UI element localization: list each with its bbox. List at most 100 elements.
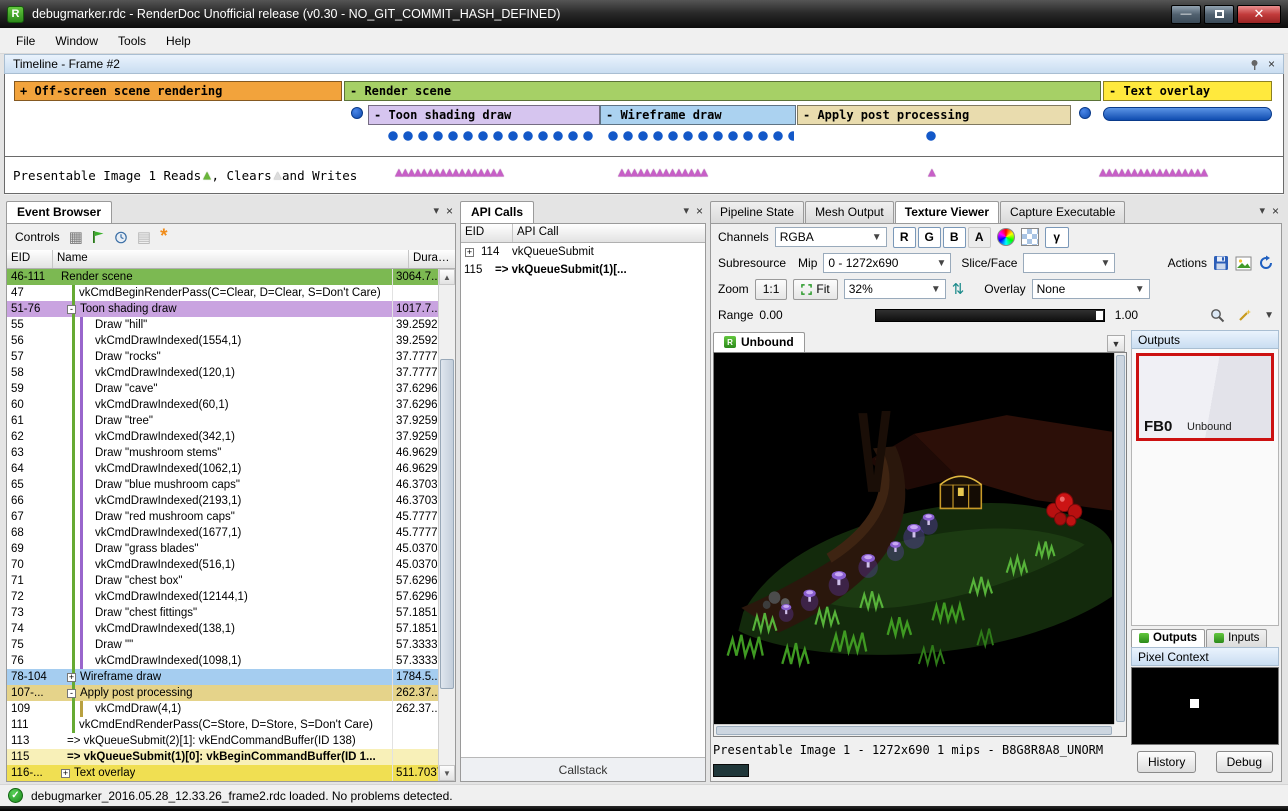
zoom-range-icon[interactable] (1210, 308, 1225, 323)
checkerboard-icon[interactable] (1021, 228, 1039, 246)
text-overlay-draw-pill[interactable] (1103, 107, 1272, 121)
event-row[interactable]: 113 => vkQueueSubmit(2)[1]: vkEndCommand… (7, 733, 438, 749)
history-button[interactable]: History (1137, 751, 1196, 773)
write-markers-run4[interactable]: ▲▲▲▲▲▲▲▲▲▲▲▲▲▲▲▲▲ (1099, 166, 1207, 179)
postproc-draw-dot[interactable] (926, 130, 941, 142)
event-row[interactable]: 107-... - Apply post processing 262.37..… (7, 685, 438, 701)
texture-list-dropdown[interactable]: ▼ (1107, 335, 1125, 352)
texture-image[interactable] (714, 353, 1114, 724)
api-call-row[interactable]: + 114 vkQueueSubmit (461, 243, 705, 261)
fit-button[interactable]: Fit (793, 279, 837, 300)
expander[interactable]: - (67, 305, 76, 314)
dock-tab[interactable]: Pipeline State (710, 201, 804, 223)
timeline-close-icon[interactable]: × (1268, 58, 1275, 70)
column-duration[interactable]: Duration (409, 250, 455, 268)
event-row[interactable]: 73 Draw "chest fittings" 57.18518 (7, 605, 438, 621)
texture-horizontal-scrollbar[interactable] (714, 724, 1114, 736)
save-icon[interactable] (1213, 255, 1229, 271)
write-markers-run2[interactable]: ▲▲▲▲▲▲▲▲▲▲▲▲▲▲ (618, 166, 707, 179)
scroll-down-icon[interactable]: ▼ (439, 765, 455, 781)
tab-event-browser[interactable]: Event Browser (6, 201, 112, 223)
durations-icon[interactable]: ▤ (137, 230, 151, 245)
autofit-wand-icon[interactable] (1237, 308, 1252, 323)
event-row[interactable]: 111 vkCmdEndRenderPass(C=Store, D=Store,… (7, 717, 438, 733)
panel-close-icon[interactable]: × (1272, 205, 1279, 217)
event-row[interactable]: 55 Draw "hill" 39.25926 (7, 317, 438, 333)
timeline-bar-offscreen[interactable]: + Off-screen scene rendering (14, 81, 342, 101)
event-row[interactable]: 67 Draw "red mushroom caps" 45.77778 (7, 509, 438, 525)
zoom-level-combo[interactable]: 32%▼ (844, 279, 946, 299)
channel-toggle-button[interactable]: G (918, 227, 941, 248)
pixel-context-view[interactable] (1131, 667, 1279, 745)
event-row[interactable]: 66 vkCmdDrawIndexed(2193,1) 46.37037 (7, 493, 438, 509)
api-call-row[interactable]: 115 => vkQueueSubmit(1)[... (461, 261, 705, 279)
flip-y-icon[interactable]: ⇅ (952, 280, 965, 298)
write-markers-run3[interactable]: ▲ (928, 166, 934, 179)
column-api-call[interactable]: API Call (513, 224, 705, 242)
fb0-thumbnail[interactable]: FB0 Unbound (1136, 353, 1274, 441)
event-row[interactable]: 68 vkCmdDrawIndexed(1677,1) 45.77778 (7, 525, 438, 541)
menu-item[interactable]: Window (45, 30, 108, 52)
draw-marker-dot[interactable] (1079, 107, 1091, 119)
timeline-bar-wireframe[interactable]: - Wireframe draw (600, 105, 796, 125)
event-row[interactable]: 65 Draw "blue mushroom caps" 46.37037 (7, 477, 438, 493)
event-row[interactable]: 69 Draw "grass blades" 45.03704 (7, 541, 438, 557)
panel-close-icon[interactable]: × (696, 205, 703, 217)
event-row[interactable]: 71 Draw "chest box" 57.62963 (7, 573, 438, 589)
timeline-bar-postproc[interactable]: - Apply post processing (797, 105, 1071, 125)
pin-icon[interactable] (1249, 59, 1260, 70)
timeline-bar-text-overlay[interactable]: - Text overlay (1103, 81, 1272, 101)
event-row[interactable]: 62 vkCmdDrawIndexed(342,1) 37.92593 (7, 429, 438, 445)
expander[interactable]: + (67, 673, 76, 682)
write-markers-run1[interactable]: ▲▲▲▲▲▲▲▲▲▲▲▲▲▲▲▲▲ (395, 166, 503, 179)
dock-tab[interactable]: Mesh Output (805, 201, 894, 223)
sidebar-tab[interactable]: Inputs (1206, 629, 1267, 647)
event-row[interactable]: 78-104 + Wireframe draw 1784.5... (7, 669, 438, 685)
event-row[interactable]: 72 vkCmdDrawIndexed(12144,1) 57.62963 (7, 589, 438, 605)
refresh-icon[interactable] (1258, 255, 1274, 271)
panel-menu-icon[interactable]: ▾ (1259, 204, 1265, 217)
range-slider[interactable] (875, 309, 1105, 322)
event-browser-scrollbar[interactable]: ▲ ▼ (438, 269, 455, 781)
highlight-icon[interactable]: * (160, 231, 167, 242)
timeline-bar-render-scene[interactable]: - Render scene (344, 81, 1101, 101)
column-name[interactable]: Name (53, 250, 409, 268)
event-row[interactable]: 115 => vkQueueSubmit(1)[0]: vkBeginComma… (7, 749, 438, 765)
overlay-select[interactable]: None▼ (1032, 279, 1150, 299)
export-image-icon[interactable] (1235, 256, 1252, 271)
range-handle[interactable] (1096, 311, 1103, 320)
panel-menu-icon[interactable]: ▾ (433, 204, 439, 217)
tab-api-calls[interactable]: API Calls (460, 201, 534, 223)
scroll-up-icon[interactable]: ▲ (439, 269, 455, 285)
channel-toggle-button[interactable]: B (943, 227, 966, 248)
event-row[interactable]: 47 vkCmdBeginRenderPass(C=Clear, D=Clear… (7, 285, 438, 301)
channel-toggle-button[interactable]: R (893, 227, 916, 248)
toon-draw-dots[interactable] (388, 130, 593, 142)
expander[interactable]: - (67, 689, 76, 698)
event-row[interactable]: 116-... + Text overlay 511.7037 (7, 765, 438, 781)
scroll-thumb[interactable] (440, 359, 454, 689)
event-row[interactable]: 63 Draw "mushroom stems" 46.96296 (7, 445, 438, 461)
sidebar-tab[interactable]: Outputs (1131, 629, 1205, 647)
event-row[interactable]: 76 vkCmdDrawIndexed(1098,1) 57.33333 (7, 653, 438, 669)
expander[interactable]: + (61, 769, 70, 778)
timer-icon[interactable] (114, 230, 128, 244)
draw-marker-dot[interactable] (351, 107, 363, 119)
event-row[interactable]: 59 Draw "cave" 37.62963 (7, 381, 438, 397)
event-row[interactable]: 70 vkCmdDrawIndexed(516,1) 45.03704 (7, 557, 438, 573)
maximize-button[interactable] (1204, 5, 1234, 24)
timeline-bar-toon[interactable]: - Toon shading draw (368, 105, 600, 125)
event-row[interactable]: 60 vkCmdDrawIndexed(60,1) 37.62963 (7, 397, 438, 413)
event-row[interactable]: 56 vkCmdDrawIndexed(1554,1) 39.25926 (7, 333, 438, 349)
slice-face-select[interactable]: ▼ (1023, 253, 1115, 273)
event-row[interactable]: 57 Draw "rocks" 37.77778 (7, 349, 438, 365)
event-row[interactable]: 74 vkCmdDrawIndexed(138,1) 57.18518 (7, 621, 438, 637)
search-icon[interactable]: ▦ (69, 230, 83, 245)
gamma-button[interactable]: γ (1045, 227, 1069, 248)
bookmark-icon[interactable] (92, 230, 105, 244)
event-row[interactable]: 46-111 Render scene 3064.7... (7, 269, 438, 285)
channels-select[interactable]: RGBA▼ (775, 227, 887, 247)
dock-tab[interactable]: Capture Executable (1000, 201, 1125, 223)
texture-vertical-scrollbar[interactable] (1114, 353, 1126, 724)
event-row[interactable]: 64 vkCmdDrawIndexed(1062,1) 46.96296 (7, 461, 438, 477)
